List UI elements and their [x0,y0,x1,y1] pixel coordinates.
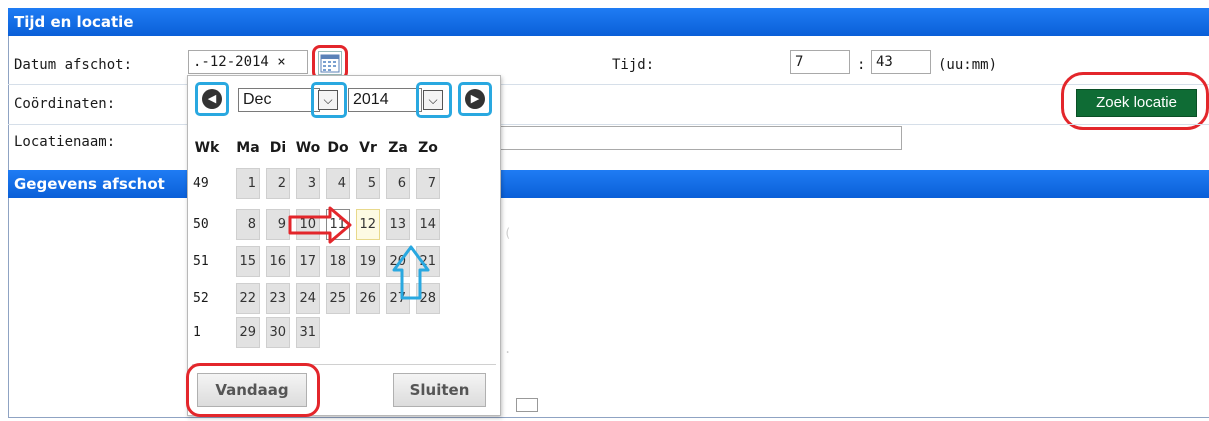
red-arrow [288,206,352,244]
blue-arrow [392,245,430,300]
annotation-arrows [288,206,430,300]
